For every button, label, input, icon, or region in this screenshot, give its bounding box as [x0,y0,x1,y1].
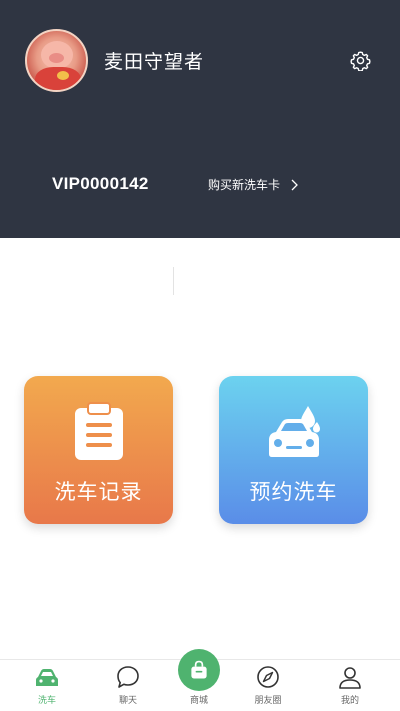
user-icon [339,667,361,689]
pig-body-graphic [35,67,81,90]
gold-ingot-graphic [57,71,69,80]
tab-moments-label: 朋友圈 [254,696,282,706]
chat-bubble-icon [117,666,139,688]
profile-header: 麦田守望者 VIP0000142 购买新洗车卡 [0,0,400,238]
book-wash-tile[interactable]: 预约洗车 [219,376,368,524]
tab-mall-label: 商城 [189,696,208,706]
pig-snout-graphic [49,53,64,63]
gear-icon[interactable] [350,50,371,71]
tab-me-label: 我的 [340,696,359,706]
tab-chat[interactable]: 聊天 [98,664,158,706]
avatar[interactable] [25,29,88,92]
chevron-right-icon [291,179,298,190]
tab-me[interactable]: 我的 [320,664,380,706]
tab-car-wash[interactable]: 洗车 [17,664,77,706]
shopping-bag-icon [191,660,207,679]
book-wash-label: 预约洗车 [249,480,338,504]
vip-number: VIP0000142 [52,174,149,193]
bottom-tab-bar: 洗车 聊天 商城 朋友圈 我的 [0,649,400,711]
buy-card-label: 购买新洗车卡 [208,178,281,192]
compass-icon [257,666,279,688]
wash-record-label: 洗车记录 [54,480,143,504]
car-wash-icon [268,406,320,457]
mall-button-circle [178,649,220,691]
wash-record-tile[interactable]: 洗车记录 [24,376,173,524]
car-icon [36,669,58,686]
tab-car-wash-label: 洗车 [37,696,56,706]
buy-card-link[interactable]: 购买新洗车卡 [208,176,299,193]
tab-chat-label: 聊天 [118,696,137,706]
tab-moments[interactable]: 朋友圈 [238,664,298,706]
tab-mall[interactable]: 商城 [169,649,229,706]
divider [173,267,174,295]
username: 麦田守望者 [104,51,205,73]
clipboard-icon [74,402,123,460]
